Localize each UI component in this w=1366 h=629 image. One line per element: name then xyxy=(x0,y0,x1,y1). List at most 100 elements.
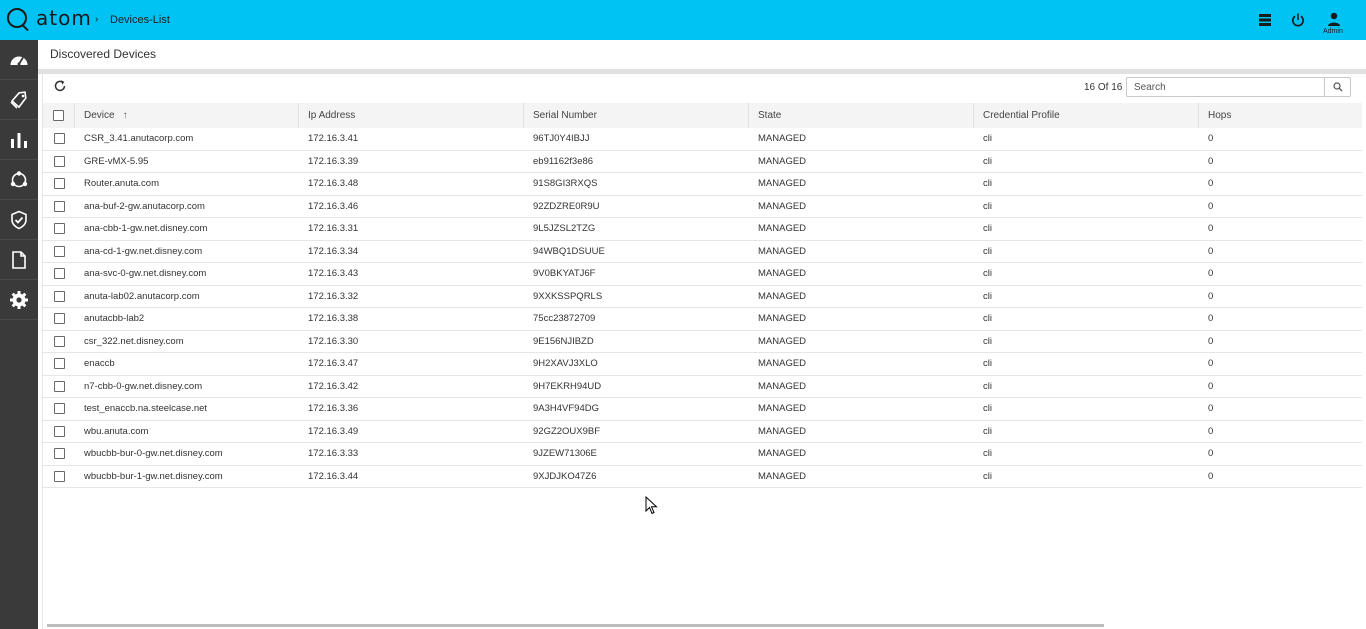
sidebar-item-settings[interactable] xyxy=(0,280,38,320)
refresh-icon[interactable] xyxy=(53,79,67,93)
search-input[interactable] xyxy=(1127,78,1325,96)
row-checkbox[interactable] xyxy=(53,335,65,347)
cell-ip-address: 172.16.3.33 xyxy=(308,448,359,459)
cell-state: MANAGED xyxy=(758,425,807,437)
table-body: CSR_3.41.anutacorp.com 172.16.3.41 96TJ0Y4… xyxy=(43,128,1362,488)
table-row[interactable]: wbucbb-bur-0-gw.net.disney.com 172.16.3.3… xyxy=(43,443,1362,466)
power-icon[interactable] xyxy=(1290,12,1306,28)
row-checkbox[interactable] xyxy=(53,358,65,370)
tag-icon xyxy=(10,90,27,109)
table-row[interactable]: test_enaccb.na.steelcase.net 172.16.3.36 9… xyxy=(43,398,1362,421)
cell-hops: 0 xyxy=(1208,178,1214,189)
sidebar-item-reports[interactable] xyxy=(0,240,38,280)
row-checkbox[interactable] xyxy=(53,155,65,167)
row-select-cell xyxy=(43,421,75,443)
horizontal-scrollbar[interactable] xyxy=(47,624,1104,627)
row-checkbox[interactable] xyxy=(53,425,65,437)
column-header-serial-number[interactable]: Serial Number xyxy=(524,103,749,128)
table-row[interactable]: Router.anuta.com 172.16.3.48 91S8GI3RXQS MA… xyxy=(43,173,1362,196)
select-all-checkbox[interactable] xyxy=(53,110,64,121)
sidebar-item-analytics[interactable] xyxy=(0,120,38,160)
table-row[interactable]: ana-buf-2-gw.anutacorp.com 172.16.3.46 92Z… xyxy=(43,196,1362,218)
column-header-device[interactable]: Device ↑ xyxy=(75,103,299,128)
user-icon[interactable] xyxy=(1326,11,1342,27)
row-checkbox[interactable] xyxy=(53,380,65,392)
cell-serial-number: 94WBQ1DSUUE xyxy=(533,245,605,257)
cell-serial-number: 9V0BKYATJ6F xyxy=(533,268,596,279)
cell-state: MANAGED xyxy=(758,470,807,482)
cell-device[interactable]: CSR_3.41.anutacorp.com xyxy=(75,128,299,150)
select-all-cell xyxy=(43,103,75,128)
sidebar-item-devices[interactable] xyxy=(0,80,38,120)
table-row[interactable]: ana-svc-0-gw.net.disney.com 172.16.3.43 9V… xyxy=(43,263,1362,286)
row-checkbox[interactable] xyxy=(53,245,65,257)
cell-hops: 0 xyxy=(1208,425,1214,437)
table-row[interactable]: GRE-vMX-5.95 172.16.3.39 eb91162f3e86 MANAG… xyxy=(43,151,1362,173)
table-row[interactable]: ana-cd-1-gw.net.disney.com 172.16.3.34 94W… xyxy=(43,241,1362,263)
row-checkbox[interactable] xyxy=(53,470,65,482)
cell-device[interactable]: ana-cd-1-gw.net.disney.com xyxy=(75,241,299,263)
table-row[interactable]: wbucbb-bur-1-gw.net.disney.com 172.16.3.4… xyxy=(43,466,1362,488)
search-button[interactable] xyxy=(1324,78,1350,96)
cell-state: MANAGED xyxy=(758,200,807,212)
table-row[interactable]: wbu.anuta.com 172.16.3.49 92GZ2OUX9BF MANAG… xyxy=(43,421,1362,443)
cell-ip-address: 172.16.3.46 xyxy=(308,200,359,212)
cell-device[interactable]: wbucbb-bur-0-gw.net.disney.com xyxy=(75,443,299,465)
cell-device[interactable]: Router.anuta.com xyxy=(75,173,299,195)
cell-device[interactable]: GRE-vMX-5.95 xyxy=(75,151,299,173)
cell-device[interactable]: test_enaccb.na.steelcase.net xyxy=(75,398,299,420)
cell-state: MANAGED xyxy=(758,403,807,414)
cell-device[interactable]: n7-cbb-0-gw.net.disney.com xyxy=(75,376,299,398)
cell-device[interactable]: ana-svc-0-gw.net.disney.com xyxy=(75,263,299,285)
row-checkbox[interactable] xyxy=(53,313,65,325)
cell-state: MANAGED xyxy=(758,380,807,392)
column-header-state[interactable]: State xyxy=(749,103,974,128)
sidebar-item-network[interactable] xyxy=(0,160,38,200)
row-checkbox[interactable] xyxy=(53,448,65,460)
atom-logo[interactable]: atom xyxy=(7,8,92,28)
table-row[interactable]: CSR_3.41.anutacorp.com 172.16.3.41 96TJ0Y4… xyxy=(43,128,1362,151)
cell-hops: 0 xyxy=(1208,245,1214,257)
row-checkbox[interactable] xyxy=(53,290,65,302)
cell-device[interactable]: anuta-lab02.anutacorp.com xyxy=(75,286,299,308)
list-icon[interactable] xyxy=(1257,12,1273,28)
row-checkbox[interactable] xyxy=(53,403,65,415)
cell-credential-profile: cli xyxy=(983,268,992,279)
cell-device[interactable]: anutacbb-lab2 xyxy=(75,308,299,330)
cell-device[interactable]: enaccb xyxy=(75,353,299,375)
cell-ip-address: 172.16.3.30 xyxy=(308,335,359,347)
column-header-ip-address[interactable]: Ip Address xyxy=(299,103,524,128)
table-row[interactable]: enaccb 172.16.3.47 9H2XAVJ3XLO MANAGED cli 0 xyxy=(43,353,1362,376)
table-row[interactable]: anuta-lab02.anutacorp.com 172.16.3.32 9XXK… xyxy=(43,286,1362,308)
cell-device[interactable]: ana-buf-2-gw.anutacorp.com xyxy=(75,196,299,218)
row-checkbox[interactable] xyxy=(53,178,65,190)
sidebar-item-compliance[interactable] xyxy=(0,200,38,240)
cell-credential-profile: cli xyxy=(983,313,992,324)
cell-state: MANAGED xyxy=(758,155,807,167)
cell-serial-number: 9XXKSSPQRLS xyxy=(533,290,603,302)
breadcrumb[interactable]: Devices-List xyxy=(110,14,170,26)
cell-device[interactable]: wbu.anuta.com xyxy=(75,421,299,443)
user-label[interactable]: Admin xyxy=(1323,28,1343,35)
table-row[interactable]: ana-cbb-1-gw.net.disney.com 172.16.3.31 9L… xyxy=(43,218,1362,241)
atom-logo-icon xyxy=(7,8,27,28)
cell-device[interactable]: wbucbb-bur-1-gw.net.disney.com xyxy=(75,466,299,488)
table-row[interactable]: n7-cbb-0-gw.net.disney.com 172.16.3.42 9H7… xyxy=(43,376,1362,398)
table-row[interactable]: csr_322.net.disney.com 172.16.3.30 9E156NJ… xyxy=(43,331,1362,353)
sidebar-item-dashboard[interactable] xyxy=(0,40,38,80)
row-checkbox[interactable] xyxy=(53,133,65,145)
row-checkbox[interactable] xyxy=(53,200,65,212)
column-header-hops[interactable]: Hops xyxy=(1199,103,1362,128)
cell-device[interactable]: ana-cbb-1-gw.net.disney.com xyxy=(75,218,299,240)
table-row[interactable]: anutacbb-lab2 172.16.3.38 75cc23872709 MANA… xyxy=(43,308,1362,331)
row-checkbox[interactable] xyxy=(53,223,65,235)
cell-ip-address: 172.16.3.43 xyxy=(308,268,359,279)
row-checkbox[interactable] xyxy=(53,268,65,280)
cell-device[interactable]: csr_322.net.disney.com xyxy=(75,331,299,353)
column-header-credential-profile[interactable]: Credential Profile xyxy=(974,103,1199,128)
cell-credential-profile: cli xyxy=(983,133,992,144)
row-select-cell xyxy=(43,398,75,420)
cell-credential-profile: cli xyxy=(983,425,992,437)
cell-credential-profile: cli xyxy=(983,448,992,459)
cell-credential-profile: cli xyxy=(983,245,992,257)
